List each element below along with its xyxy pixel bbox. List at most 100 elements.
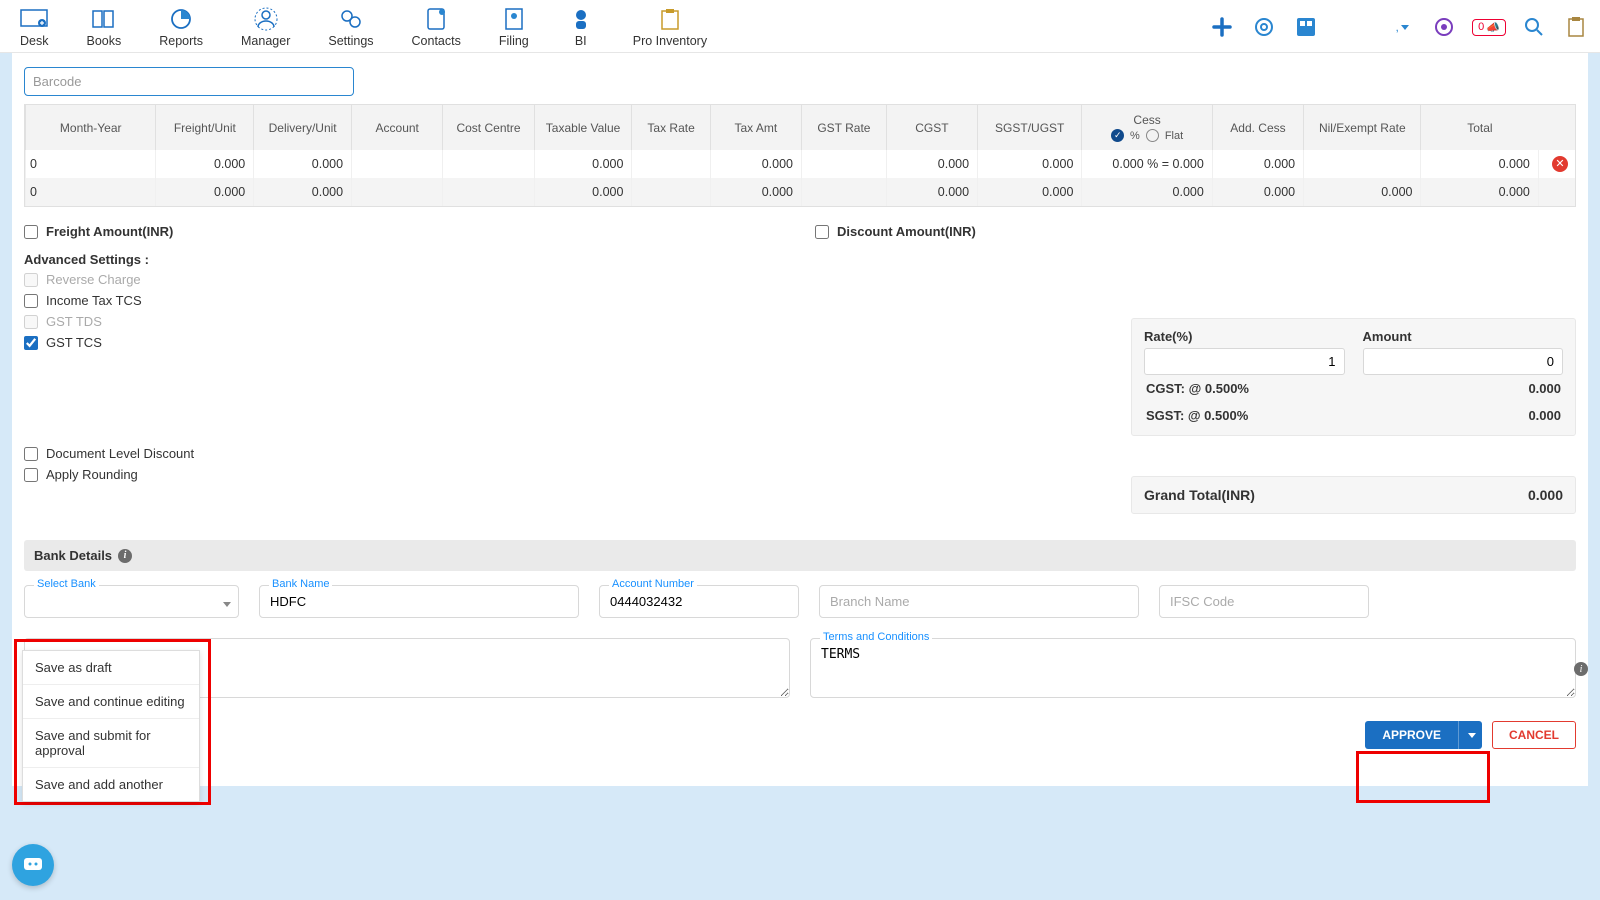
gst-tcs-checkbox[interactable] [24,336,38,350]
freight-checkbox[interactable] [24,225,38,239]
ifsc-input[interactable] [1159,585,1369,618]
sgst-value: 0.000 [1528,408,1561,423]
gst-tcs-label: GST TCS [46,335,102,350]
doc-discount-checkbox[interactable] [24,447,38,461]
col-month-year[interactable]: Month-Year [26,105,156,151]
col-tax-rate[interactable]: Tax Rate [632,105,710,151]
col-nil-exempt[interactable]: Nil/Exempt Rate [1304,105,1421,151]
nav-reports[interactable]: Reports [149,4,213,50]
table-row[interactable]: 00.0000.0000.0000.0000.0000.0000.0000.00… [26,178,1576,206]
nav-pro-inventory[interactable]: Pro Inventory [623,4,717,50]
select-bank-label: Select Bank [34,578,99,590]
cancel-button[interactable]: CANCEL [1492,721,1576,749]
nav-label: Pro Inventory [633,34,707,48]
desk-icon [20,6,48,32]
nav-label: Desk [20,34,48,48]
grand-total-panel: Grand Total(INR) 0.000 [1131,476,1576,514]
terms-textarea[interactable] [810,638,1576,698]
nav-books[interactable]: Books [76,4,131,50]
col-freight-unit[interactable]: Freight/Unit [156,105,254,151]
nav-desk[interactable]: Desk [10,4,58,50]
approve-dropdown-toggle[interactable] [1458,721,1482,749]
cess-pct-radio[interactable] [1111,129,1124,142]
clipboard-icon[interactable] [1562,13,1590,41]
approve-split-button: APPROVE [1365,721,1482,749]
nav-bi[interactable]: BI [557,4,605,50]
tcs-amount-label: Amount [1363,329,1564,344]
freight-label: Freight Amount(INR) [46,224,173,239]
col-add-cess[interactable]: Add. Cess [1212,105,1303,151]
notif-count: 0 [1478,21,1484,33]
barcode-input[interactable] [24,67,354,96]
info-icon[interactable]: i [118,549,132,563]
discount-checkbox[interactable] [815,225,829,239]
nav-label: Settings [328,34,373,48]
nav-label: Books [86,34,121,48]
tcs-rate-input[interactable] [1144,348,1345,375]
col-delivery-unit[interactable]: Delivery/Unit [254,105,352,151]
cess-pct-lbl: % [1130,130,1140,142]
col-tax-amt[interactable]: Tax Amt [710,105,801,151]
tcs-panel: Rate(%) Amount CGST: @ 0.500%0.000 SGST:… [1131,318,1576,436]
inventory-icon [656,6,684,32]
col-total[interactable]: Total [1421,105,1538,151]
gear-icon[interactable] [1250,13,1278,41]
filing-icon [500,6,528,32]
col-actions [1538,105,1575,151]
contacts-icon [422,6,450,32]
save-as-draft[interactable]: Save as draft [23,651,199,685]
line-items-grid: Month-Year Freight/Unit Delivery/Unit Ac… [24,104,1576,207]
books-icon [90,6,118,32]
search-icon[interactable] [1520,13,1548,41]
income-tcs-checkbox[interactable] [24,294,38,308]
col-taxable[interactable]: Taxable Value [534,105,632,151]
user-dropdown[interactable]: , [1388,13,1416,41]
chat-widget[interactable] [12,844,54,886]
tcs-rate-label: Rate(%) [1144,329,1345,344]
nav-settings[interactable]: Settings [318,4,383,50]
save-submit-approval[interactable]: Save and submit for approval [23,719,199,768]
nav-contacts[interactable]: Contacts [402,4,471,50]
info-icon[interactable]: i [1574,662,1588,676]
reverse-label: Reverse Charge [46,272,141,287]
doc-disc-label: Document Level Discount [46,446,194,461]
apply-rounding-checkbox[interactable] [24,468,38,482]
nav-manager[interactable]: Manager [231,4,300,50]
circle-icon[interactable] [1430,13,1458,41]
reports-icon [167,6,195,32]
income-tcs-label: Income Tax TCS [46,293,142,308]
calculator-icon[interactable] [1292,13,1320,41]
save-continue-editing[interactable]: Save and continue editing [23,685,199,719]
save-add-another[interactable]: Save and add another [23,768,199,801]
branch-name-input[interactable] [819,585,1139,618]
cess-flat-radio[interactable] [1146,129,1159,142]
nav-label: Filing [499,34,529,48]
approve-button[interactable]: APPROVE [1365,721,1458,749]
col-cost-centre[interactable]: Cost Centre [443,105,534,151]
reverse-charge-checkbox [24,273,38,287]
discount-label: Discount Amount(INR) [837,224,976,239]
nav-filing[interactable]: Filing [489,4,539,50]
bank-details-header: Bank Details i [24,540,1576,571]
save-dropdown-menu: Save as draft Save and continue editing … [22,650,200,802]
col-account[interactable]: Account [352,105,443,151]
col-cgst[interactable]: CGST [886,105,977,151]
settings-icon [337,6,365,32]
nav-label: Reports [159,34,203,48]
delete-row-icon[interactable]: ✕ [1552,156,1568,172]
col-sgst[interactable]: SGST/UGST [978,105,1082,151]
notification-badge[interactable]: 0📣 [1472,19,1506,36]
grand-total-value: 0.000 [1528,487,1563,503]
gst-tds-checkbox [24,315,38,329]
col-cess[interactable]: Cess % Flat [1082,105,1212,151]
col-gst-rate[interactable]: GST Rate [802,105,887,151]
tcs-amount-input[interactable] [1363,348,1564,375]
bi-icon [567,6,595,32]
add-new-icon[interactable] [1208,13,1236,41]
nav-label: Manager [241,34,290,48]
table-row[interactable]: 00.0000.0000.0000.0000.0000.0000.000 % =… [26,150,1576,178]
bank-header-text: Bank Details [34,548,112,563]
manager-icon [252,6,280,32]
gst-tds-label: GST TDS [46,314,102,329]
account-number-label: Account Number [609,578,697,590]
